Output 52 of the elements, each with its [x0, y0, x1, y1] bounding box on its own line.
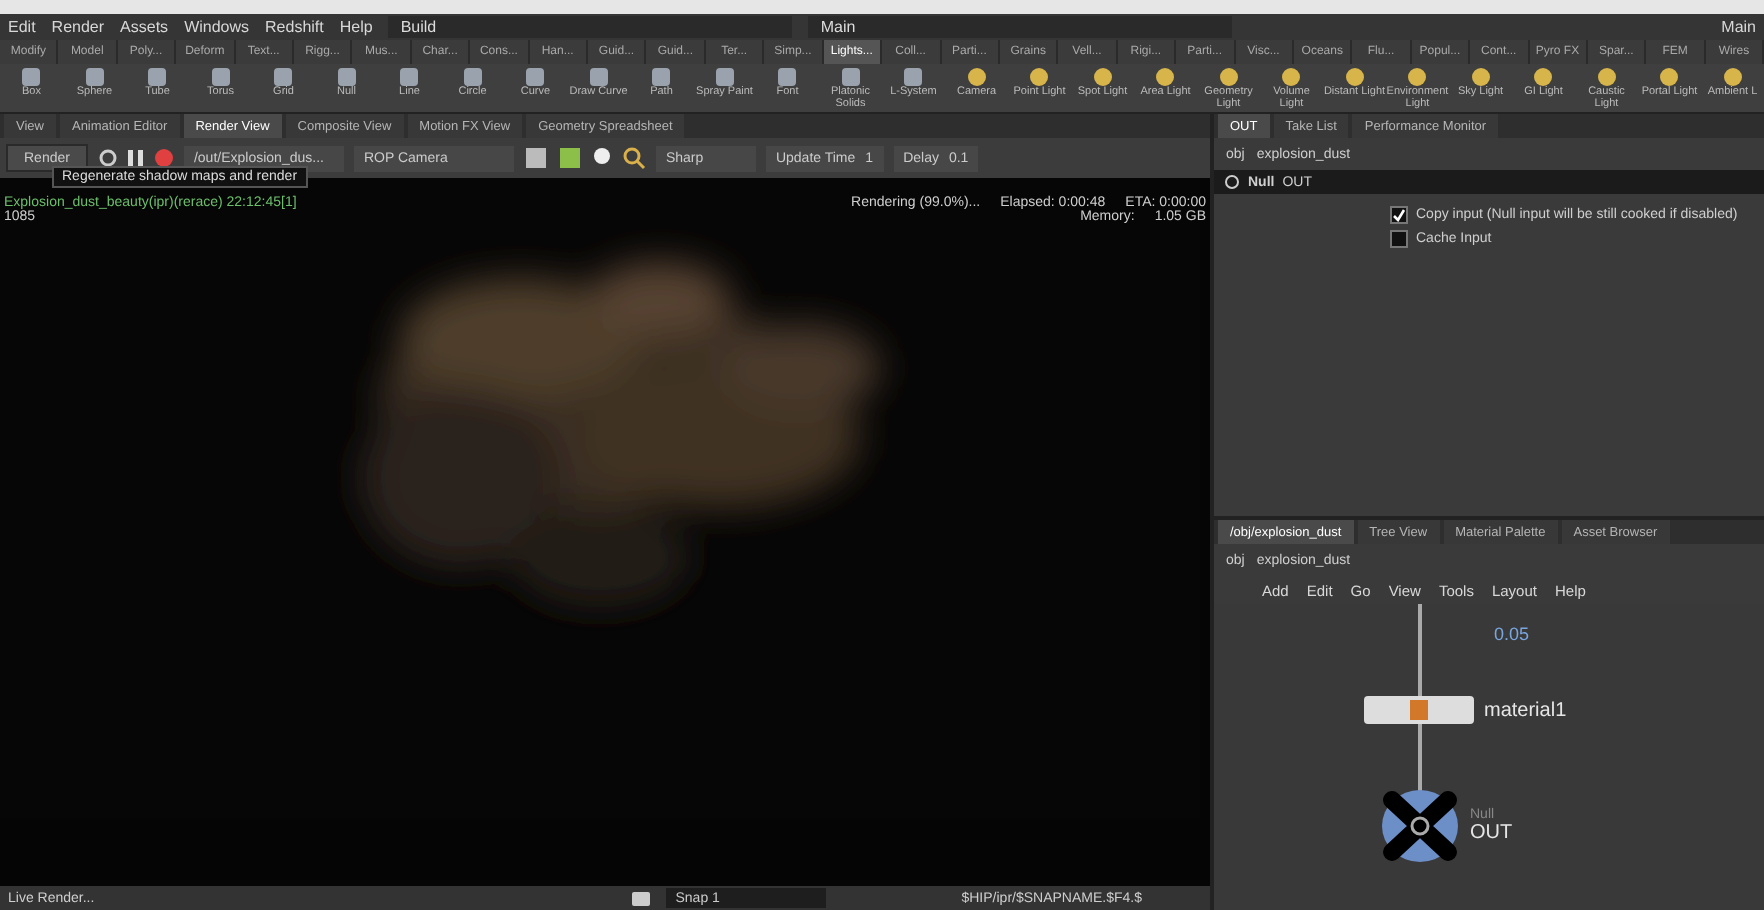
- shape-icon: [902, 66, 925, 88]
- material-node[interactable]: [1364, 696, 1474, 724]
- zoom-icon[interactable]: [621, 146, 646, 170]
- shape-icon: [650, 66, 673, 88]
- bulb-icon: [1154, 66, 1177, 88]
- bulb-icon: [1658, 66, 1681, 88]
- menu-item[interactable]: Help: [339, 18, 373, 36]
- color-icon[interactable]: [557, 146, 582, 170]
- stop-icon[interactable]: [153, 148, 174, 168]
- shape-icon: [461, 66, 484, 88]
- bulb-icon: [1595, 66, 1618, 88]
- menu-item[interactable]: Edit: [8, 18, 36, 36]
- desktop-label: Main: [1721, 18, 1756, 36]
- shape-icon: [587, 66, 610, 88]
- node-icon: [1224, 174, 1240, 190]
- bulb-icon: [1469, 66, 1492, 88]
- shape-icon: [209, 66, 232, 88]
- shape-icon: [524, 66, 547, 88]
- shape-icon: [146, 66, 169, 88]
- shape-icon: [713, 66, 736, 88]
- desktop-dropdown[interactable]: Build: [388, 16, 793, 38]
- shape-icon: [83, 66, 106, 88]
- bulb-icon: [1091, 66, 1114, 88]
- menu-item[interactable]: Assets: [120, 18, 169, 36]
- refresh-icon[interactable]: [97, 148, 118, 168]
- bulb-icon: [1028, 66, 1051, 88]
- preview-icon[interactable]: [523, 146, 548, 170]
- bulb-icon: [1280, 66, 1303, 88]
- parameter-value: 0.05: [1494, 624, 1530, 644]
- bulb-icon: [1532, 66, 1555, 88]
- shape-icon: [272, 66, 295, 88]
- bulb-icon: [1217, 66, 1240, 88]
- null-node[interactable]: [1380, 788, 1460, 864]
- shape-icon: [20, 66, 43, 88]
- bulb-icon: [1721, 66, 1744, 88]
- bulb-icon[interactable]: [591, 146, 612, 170]
- node-label: OUT: [1470, 822, 1513, 844]
- bulb-icon: [1406, 66, 1429, 88]
- shape-icon: [776, 66, 799, 88]
- menu-item[interactable]: Windows: [184, 18, 250, 36]
- bulb-icon: [965, 66, 988, 88]
- menu-item[interactable]: Redshift: [265, 18, 324, 36]
- desktop-dropdown[interactable]: Main: [808, 16, 1233, 38]
- shape-icon: [335, 66, 358, 88]
- node-label: material1: [1484, 699, 1567, 721]
- pause-icon[interactable]: [127, 148, 144, 168]
- shape-icon: [398, 66, 421, 88]
- checkbox[interactable]: [1390, 205, 1408, 223]
- shape-icon: [839, 66, 862, 88]
- checkbox[interactable]: [1390, 229, 1408, 247]
- menu-item[interactable]: Render: [51, 18, 105, 36]
- bulb-icon: [1343, 66, 1366, 88]
